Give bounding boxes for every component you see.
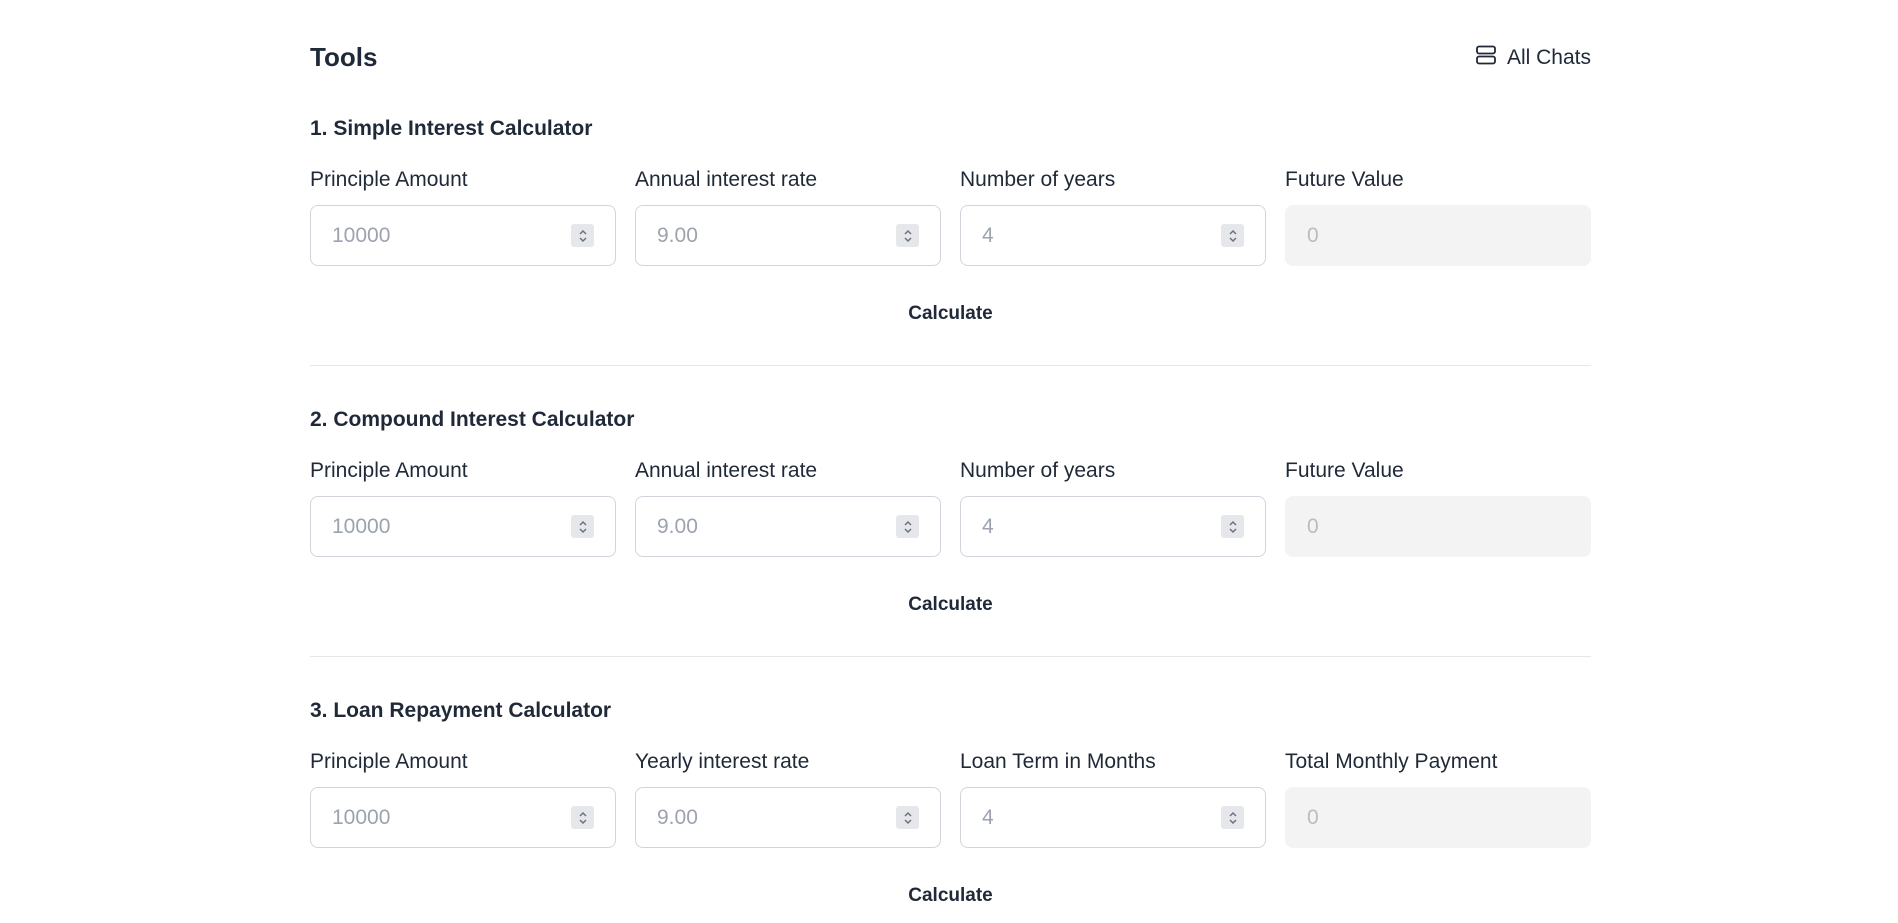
- input-value: 0: [1307, 806, 1319, 829]
- field-label: Principle Amount: [310, 750, 468, 773]
- number-of-years-field: Number of years 4: [960, 167, 1266, 266]
- principle-amount-field: Principle Amount 10000: [310, 458, 616, 557]
- annual-interest-rate-field: Annual interest rate 9.00: [635, 167, 941, 266]
- section-divider: [310, 656, 1591, 657]
- input-value: 4: [982, 224, 994, 247]
- loan-term-field: Loan Term in Months 4: [960, 749, 1266, 848]
- input-value: 0: [1307, 515, 1319, 538]
- all-chats-button[interactable]: All Chats: [1475, 44, 1591, 72]
- total-monthly-payment-output: 0: [1285, 787, 1591, 848]
- stepper-icon[interactable]: [571, 515, 594, 538]
- field-label: Principle Amount: [310, 459, 468, 482]
- field-label: Future Value: [1285, 459, 1404, 482]
- field-label: Number of years: [960, 168, 1116, 191]
- stepper-icon[interactable]: [896, 806, 919, 829]
- number-of-years-field: Number of years 4: [960, 458, 1266, 557]
- calculate-button[interactable]: Calculate: [310, 885, 1591, 907]
- input-value: 4: [982, 515, 994, 538]
- field-label: Future Value: [1285, 168, 1404, 191]
- stepper-icon[interactable]: [1221, 224, 1244, 247]
- stepper-icon[interactable]: [571, 224, 594, 247]
- yearly-interest-rate-field: Yearly interest rate 9.00: [635, 749, 941, 848]
- field-label: Principle Amount: [310, 168, 468, 191]
- input-value: 9.00: [657, 806, 698, 829]
- header: Tools All Chats: [310, 40, 1591, 76]
- principle-amount-input[interactable]: 10000: [310, 205, 616, 266]
- number-of-years-input[interactable]: 4: [960, 496, 1266, 557]
- principle-amount-input[interactable]: 10000: [310, 787, 616, 848]
- stepper-icon[interactable]: [896, 224, 919, 247]
- principle-amount-input[interactable]: 10000: [310, 496, 616, 557]
- section-title: 1. Simple Interest Calculator: [310, 117, 593, 140]
- yearly-interest-rate-input[interactable]: 9.00: [635, 787, 941, 848]
- input-value: 9.00: [657, 224, 698, 247]
- input-value: 10000: [332, 806, 391, 829]
- field-label: Annual interest rate: [635, 459, 818, 482]
- stepper-icon[interactable]: [571, 806, 594, 829]
- field-label: Total Monthly Payment: [1285, 750, 1498, 773]
- input-value: 9.00: [657, 515, 698, 538]
- field-label: Number of years: [960, 459, 1116, 482]
- section-title: 3. Loan Repayment Calculator: [310, 699, 612, 722]
- annual-interest-rate-input[interactable]: 9.00: [635, 496, 941, 557]
- number-of-years-input[interactable]: 4: [960, 205, 1266, 266]
- input-value: 4: [982, 806, 994, 829]
- annual-interest-rate-input[interactable]: 9.00: [635, 205, 941, 266]
- stepper-icon[interactable]: [896, 515, 919, 538]
- input-value: 0: [1307, 224, 1319, 247]
- loan-term-input[interactable]: 4: [960, 787, 1266, 848]
- future-value-output: 0: [1285, 496, 1591, 557]
- section-title: 2. Compound Interest Calculator: [310, 408, 635, 431]
- section-divider: [310, 365, 1591, 366]
- principle-amount-field: Principle Amount 10000: [310, 167, 616, 266]
- calculate-label: Calculate: [908, 303, 993, 324]
- calculate-label: Calculate: [908, 885, 993, 906]
- calculate-button[interactable]: Calculate: [310, 594, 1591, 616]
- page-title: Tools: [310, 42, 378, 72]
- future-value-output: 0: [1285, 205, 1591, 266]
- future-value-field: Future Value 0: [1285, 167, 1591, 266]
- field-label: Loan Term in Months: [960, 750, 1156, 773]
- principle-amount-field: Principle Amount 10000: [310, 749, 616, 848]
- total-monthly-payment-field: Total Monthly Payment 0: [1285, 749, 1591, 848]
- calculate-label: Calculate: [908, 594, 993, 615]
- input-value: 10000: [332, 515, 391, 538]
- stepper-icon[interactable]: [1221, 515, 1244, 538]
- stepper-icon[interactable]: [1221, 806, 1244, 829]
- input-value: 10000: [332, 224, 391, 247]
- annual-interest-rate-field: Annual interest rate 9.00: [635, 458, 941, 557]
- future-value-field: Future Value 0: [1285, 458, 1591, 557]
- calculate-button[interactable]: Calculate: [310, 303, 1591, 325]
- field-label: Annual interest rate: [635, 168, 818, 191]
- field-label: Yearly interest rate: [635, 750, 810, 773]
- all-chats-label: All Chats: [1506, 46, 1591, 69]
- stack-icon: [1475, 44, 1497, 72]
